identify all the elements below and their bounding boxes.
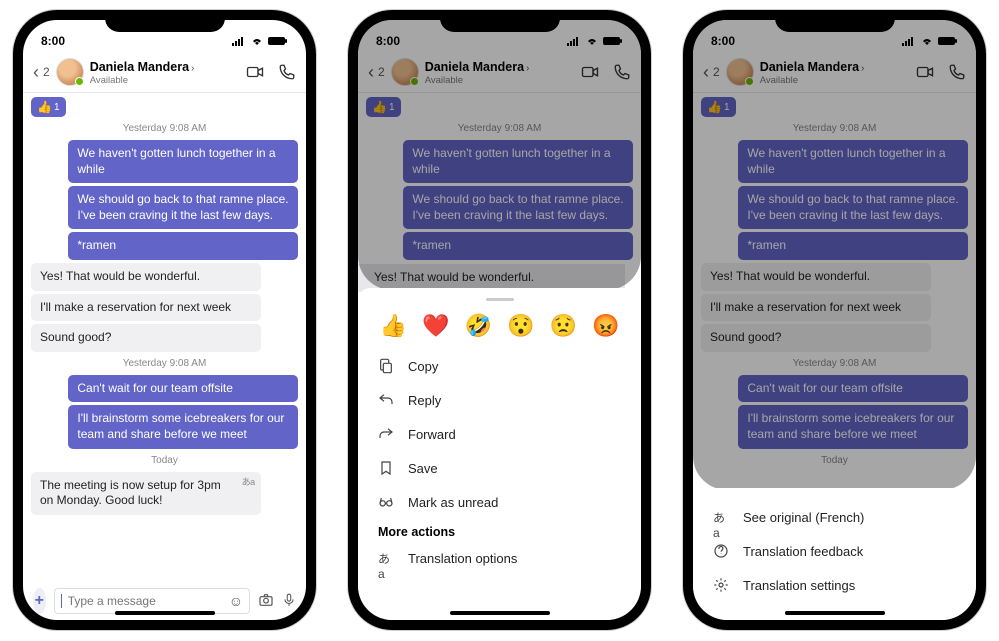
status-icons — [232, 36, 288, 46]
text-cursor — [61, 594, 62, 608]
menu-translation-feedback[interactable]: Translation feedback — [693, 534, 976, 568]
message-text: The meeting is now setup for 3pm on Mond… — [40, 478, 221, 508]
translate-icon: あa — [378, 550, 394, 566]
received-message[interactable]: Sound good? — [31, 324, 261, 352]
back-button[interactable]: ‹ — [33, 62, 39, 83]
screen: 8:00 ‹ 2 Daniela Mandera› Available 👍1 — [358, 20, 641, 620]
reaction-laugh[interactable]: 🤣 — [465, 313, 492, 339]
translation-sheet: あa See original (French) Translation fee… — [693, 488, 976, 620]
sent-message[interactable]: We should go back to that ramne place. I… — [68, 186, 298, 229]
screen: 8:00 ‹ 2 Daniela Mandera› Available 👍1 — [693, 20, 976, 620]
received-message[interactable]: I'll make a reservation for next week — [31, 294, 261, 322]
home-indicator[interactable] — [450, 611, 550, 615]
sent-message[interactable]: Can't wait for our team offsite — [68, 375, 298, 403]
phone-3: 8:00 ‹ 2 Daniela Mandera› Available 👍1 — [683, 10, 986, 630]
home-indicator[interactable] — [115, 611, 215, 615]
menu-label: Translation settings — [743, 578, 855, 593]
copy-icon — [378, 358, 394, 374]
menu-translation-settings[interactable]: Translation settings — [693, 568, 976, 602]
phone-1: 8:00 ‹ 2 Daniela Mandera› Available 👍1 — [13, 10, 316, 630]
received-message-translated[interactable]: あa The meeting is now setup for 3pm on M… — [31, 472, 261, 515]
translate-icon: あa — [713, 509, 729, 525]
compose-add-button[interactable]: + — [33, 588, 46, 614]
menu-translation-options[interactable]: あa Translation options — [358, 541, 641, 575]
wifi-icon — [250, 36, 264, 46]
modal-overlay[interactable] — [358, 20, 641, 290]
help-icon — [713, 543, 729, 559]
sent-message[interactable]: *ramen — [68, 232, 298, 260]
menu-label: Mark as unread — [408, 495, 498, 510]
menu-mark-unread[interactable]: Mark as unread — [358, 485, 641, 519]
translated-badge-icon: あa — [242, 477, 255, 489]
presence-text: Available — [90, 76, 240, 86]
screen: 8:00 ‹ 2 Daniela Mandera› Available 👍1 — [23, 20, 306, 620]
battery-icon — [268, 36, 288, 46]
timestamp: Today — [31, 455, 298, 466]
notch — [440, 10, 560, 32]
contact-block[interactable]: Daniela Mandera› Available — [90, 58, 240, 86]
camera-icon[interactable] — [258, 592, 274, 611]
back-count: 2 — [43, 65, 50, 79]
timestamp: Yesterday 9:08 AM — [31, 123, 298, 134]
chat-scroll[interactable]: 👍1 Yesterday 9:08 AM We haven't gotten l… — [23, 93, 306, 580]
menu-forward[interactable]: Forward — [358, 417, 641, 451]
received-message[interactable]: Yes! That would be wonderful. — [31, 263, 261, 291]
chevron-right-icon: › — [191, 63, 194, 74]
menu-label: Translation feedback — [743, 544, 863, 559]
reaction-thumbs-up[interactable]: 👍 — [380, 313, 407, 339]
audio-call-icon[interactable] — [278, 63, 296, 81]
thumbs-up-icon: 👍 — [37, 100, 52, 114]
reaction-sad[interactable]: 😟 — [550, 313, 577, 339]
forward-icon — [378, 426, 394, 442]
signal-icon — [232, 36, 246, 46]
menu-save[interactable]: Save — [358, 451, 641, 485]
action-sheet: 👍 ❤️ 🤣 😯 😟 😡 Copy Reply Forward — [358, 288, 641, 620]
menu-see-original[interactable]: あa See original (French) — [693, 500, 976, 534]
message-input[interactable] — [68, 594, 223, 608]
sent-message[interactable]: I'll brainstorm some icebreakers for our… — [68, 405, 298, 448]
timestamp: Yesterday 9:08 AM — [31, 358, 298, 369]
menu-label: Reply — [408, 393, 441, 408]
menu-section-header: More actions — [358, 519, 641, 541]
contact-name: Daniela Mandera — [90, 60, 189, 74]
reaction-picker: 👍 ❤️ 🤣 😯 😟 😡 — [358, 309, 641, 349]
sent-message[interactable]: We haven't gotten lunch together in a wh… — [68, 140, 298, 183]
menu-label: Translation options — [408, 551, 517, 566]
notch — [775, 10, 895, 32]
modal-overlay[interactable] — [693, 20, 976, 490]
menu-copy[interactable]: Copy — [358, 349, 641, 383]
reply-icon — [378, 392, 394, 408]
sheet-grabber[interactable] — [486, 298, 514, 301]
reaction-heart[interactable]: ❤️ — [422, 313, 449, 339]
reaction-wow[interactable]: 😯 — [507, 313, 534, 339]
menu-label: Forward — [408, 427, 456, 442]
reaction-angry[interactable]: 😡 — [592, 313, 619, 339]
avatar[interactable] — [56, 58, 84, 86]
bookmark-icon — [378, 460, 394, 476]
menu-label: Copy — [408, 359, 438, 374]
clock: 8:00 — [41, 34, 65, 48]
emoji-icon[interactable]: ☺ — [229, 593, 243, 609]
chat-header: ‹ 2 Daniela Mandera› Available — [23, 54, 306, 93]
reaction-count: 1 — [54, 102, 60, 113]
gear-icon — [713, 577, 729, 593]
notch — [105, 10, 225, 32]
menu-label: See original (French) — [743, 510, 864, 525]
phone-2: 8:00 ‹ 2 Daniela Mandera› Available 👍1 — [348, 10, 651, 630]
glasses-icon — [378, 494, 394, 510]
microphone-icon[interactable] — [282, 592, 296, 611]
menu-label: Save — [408, 461, 438, 476]
presence-dot — [75, 77, 84, 86]
reaction-bubble[interactable]: 👍1 — [31, 97, 66, 117]
video-call-icon[interactable] — [246, 63, 264, 81]
menu-reply[interactable]: Reply — [358, 383, 641, 417]
home-indicator[interactable] — [785, 611, 885, 615]
